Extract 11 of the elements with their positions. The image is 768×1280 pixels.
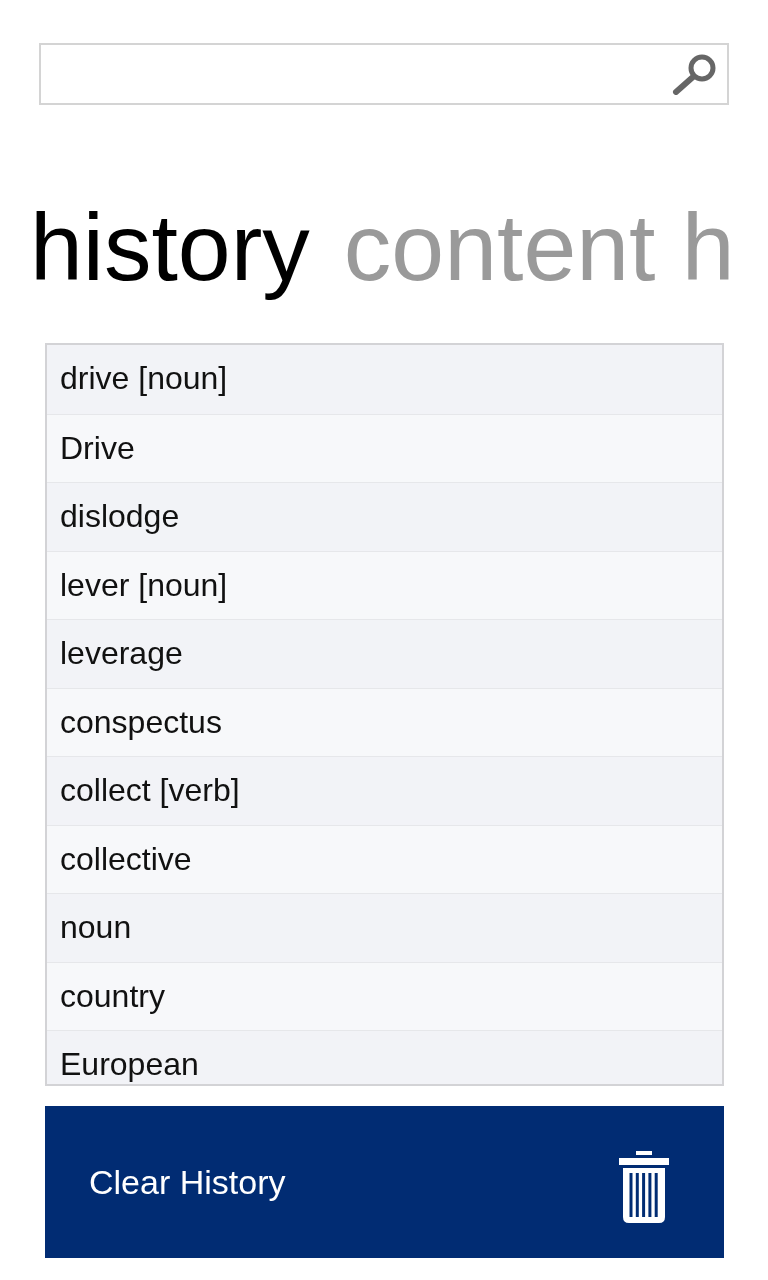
clear-history-button[interactable]: Clear History	[45, 1106, 724, 1258]
trash-icon	[619, 1151, 669, 1223]
history-item[interactable]: noun	[47, 893, 722, 962]
search-icon[interactable]	[672, 53, 718, 95]
history-item[interactable]: European	[47, 1030, 722, 1084]
history-item[interactable]: collect [verb]	[47, 756, 722, 825]
pivot-tab[interactable]: history	[30, 193, 310, 302]
history-item[interactable]: dislodge	[47, 482, 722, 551]
history-item[interactable]: drive [noun]	[47, 345, 722, 414]
history-item[interactable]: leverage	[47, 619, 722, 688]
search-field[interactable]	[39, 43, 729, 105]
